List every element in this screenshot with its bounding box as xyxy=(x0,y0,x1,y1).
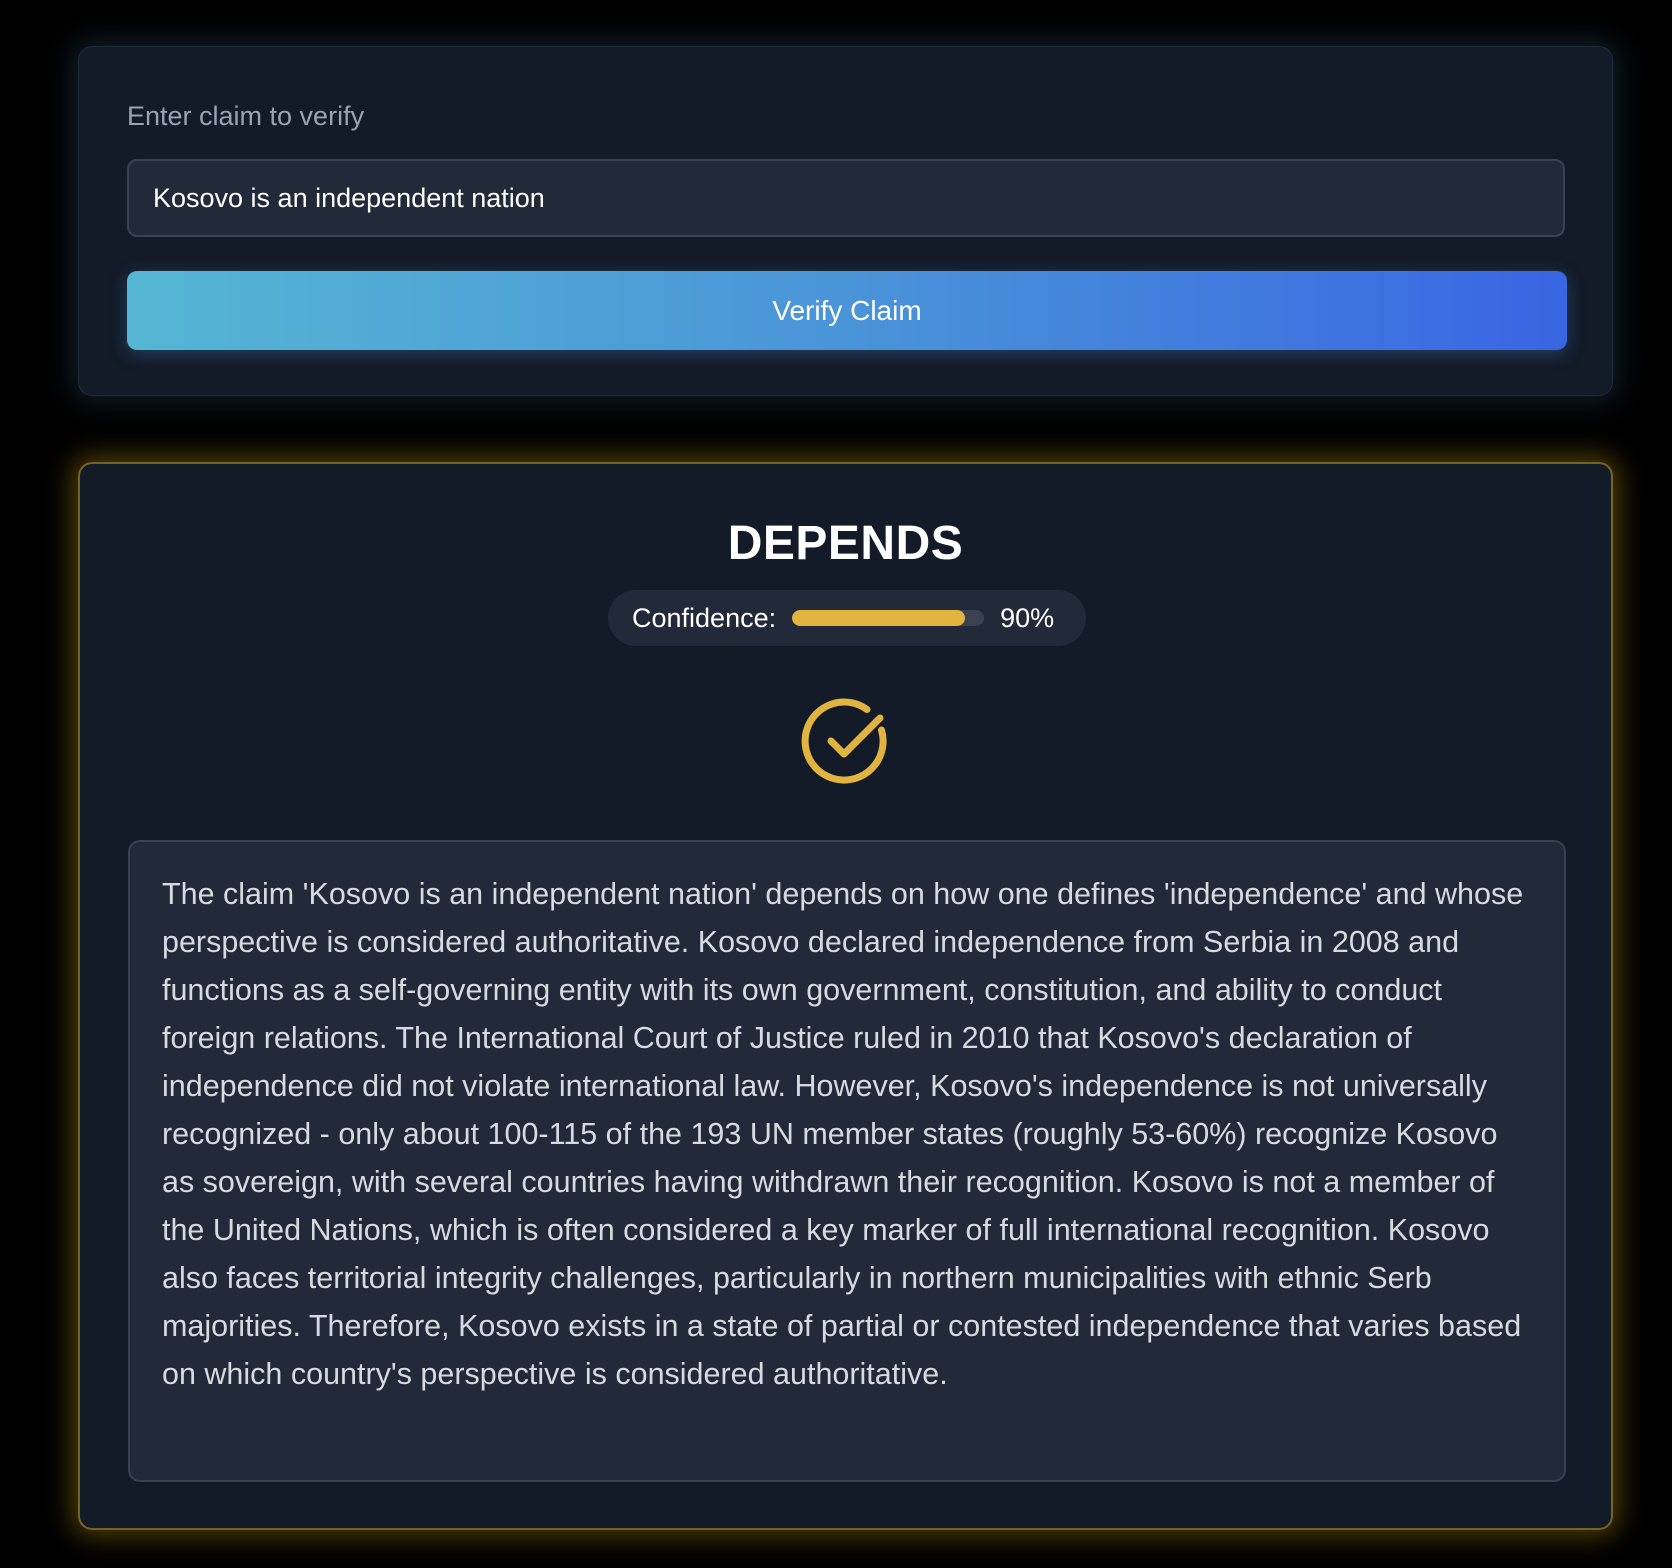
confidence-value: 90% xyxy=(1000,602,1055,633)
explanation-text: The claim 'Kosovo is an independent nati… xyxy=(162,877,1524,1391)
confidence-label: Confidence: xyxy=(632,602,777,633)
verdict-title: DEPENDS xyxy=(727,517,964,570)
claim-field-label: Enter claim to verify xyxy=(127,101,365,131)
verify-claim-button[interactable]: Verify Claim xyxy=(127,271,1567,350)
confidence-bar-fill xyxy=(792,610,965,626)
confidence-bar xyxy=(792,610,985,626)
explanation-panel: The claim 'Kosovo is an independent nati… xyxy=(128,840,1566,1482)
claim-input-card: Enter claim to verify Verify Claim xyxy=(78,46,1613,396)
result-card: DEPENDS Confidence: 90% The claim 'Kosov… xyxy=(78,462,1613,1530)
claim-input[interactable] xyxy=(127,159,1565,237)
confidence-indicator: Confidence: 90% xyxy=(608,590,1086,646)
check-circle-icon xyxy=(801,698,887,784)
